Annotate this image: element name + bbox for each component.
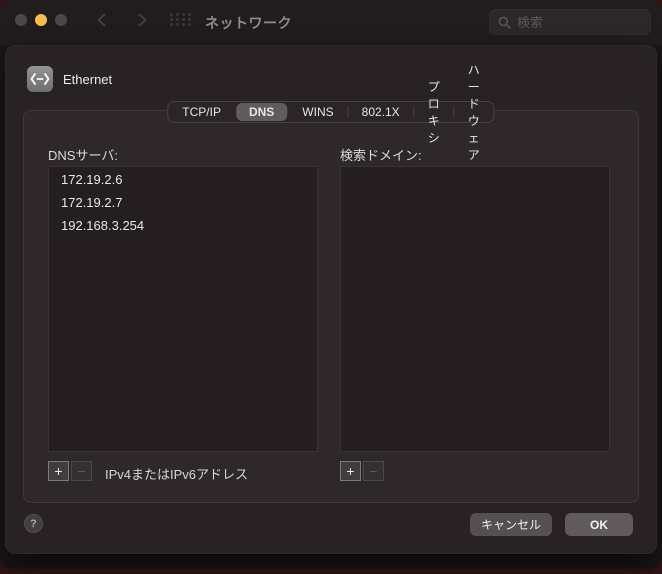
- close-window-button[interactable]: [15, 14, 27, 26]
- tab-bar: TCP/IP DNS WINS 802.1X プロキシ ハードウェア: [167, 101, 494, 123]
- remove-dns-server-button[interactable]: −: [71, 461, 92, 481]
- dns-settings-sheet: Ethernet TCP/IP DNS WINS 802.1X プロキシ ハード…: [5, 45, 657, 554]
- search-domains-list[interactable]: [340, 166, 610, 452]
- help-button[interactable]: ?: [24, 514, 43, 533]
- search-field[interactable]: [489, 9, 651, 35]
- dns-servers-list[interactable]: 172.19.2.6 172.19.2.7 192.168.3.254: [48, 166, 318, 452]
- network-preferences-window: ネットワーク Ethernet TCP/IP: [0, 0, 662, 569]
- list-item[interactable]: 172.19.2.7: [49, 192, 317, 213]
- window-title: ネットワーク: [205, 13, 292, 33]
- connection-name: Ethernet: [63, 72, 112, 87]
- dns-servers-label: DNSサーバ:: [48, 145, 118, 164]
- tab-proxy[interactable]: プロキシ: [414, 102, 454, 122]
- minimize-window-button[interactable]: [35, 14, 47, 26]
- dns-servers-controls: + −: [48, 461, 92, 481]
- search-input[interactable]: [517, 15, 642, 30]
- list-item[interactable]: 172.19.2.6: [49, 169, 317, 190]
- screen: ネットワーク Ethernet TCP/IP: [0, 0, 662, 574]
- titlebar: ネットワーク: [0, 0, 662, 45]
- back-icon[interactable]: [93, 11, 111, 29]
- list-item[interactable]: 192.168.3.254: [49, 215, 317, 236]
- tab-tcpip[interactable]: TCP/IP: [168, 102, 235, 122]
- zoom-window-button[interactable]: [55, 14, 67, 26]
- search-domains-label: 検索ドメイン:: [340, 145, 422, 164]
- ethernet-icon: [27, 66, 53, 92]
- search-icon: [498, 16, 511, 29]
- ok-button[interactable]: OK: [565, 513, 633, 536]
- forward-icon[interactable]: [133, 11, 151, 29]
- cancel-button[interactable]: キャンセル: [470, 513, 552, 536]
- tab-wins[interactable]: WINS: [288, 102, 347, 122]
- add-search-domain-button[interactable]: +: [340, 461, 361, 481]
- show-all-grid-icon[interactable]: [170, 13, 193, 30]
- tab-8021x[interactable]: 802.1X: [348, 102, 414, 122]
- tab-dns[interactable]: DNS: [236, 103, 287, 121]
- search-domains-controls: + −: [340, 461, 384, 481]
- dns-address-hint: IPv4またはIPv6アドレス: [105, 464, 248, 483]
- add-dns-server-button[interactable]: +: [48, 461, 69, 481]
- remove-search-domain-button[interactable]: −: [363, 461, 384, 481]
- tab-hardware[interactable]: ハードウェア: [454, 102, 494, 122]
